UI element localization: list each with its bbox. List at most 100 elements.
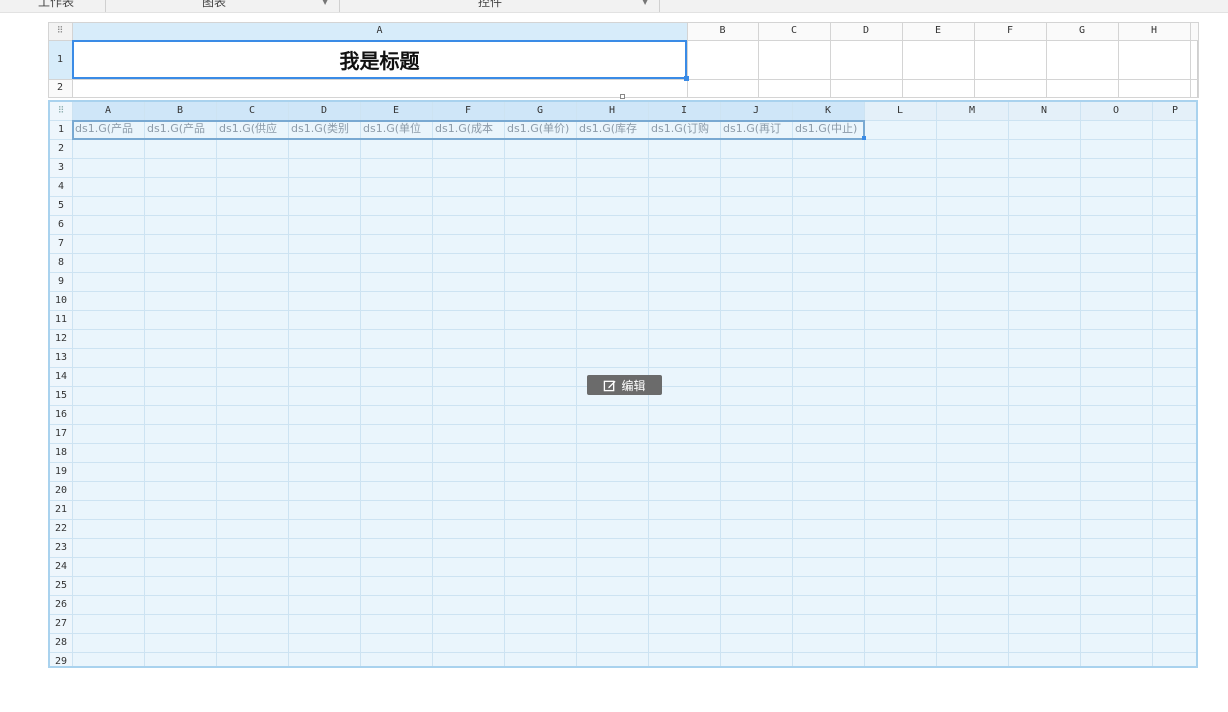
row-header-15[interactable]: 15 — [50, 386, 72, 405]
row-header-9[interactable]: 9 — [50, 272, 72, 291]
column-header-n[interactable]: N — [1008, 102, 1080, 120]
page-title[interactable]: 我是标题 — [72, 40, 687, 79]
tab-worksheet[interactable]: 工作表 — [38, 0, 74, 11]
column-header-c[interactable]: C — [216, 102, 288, 120]
row-header-12[interactable]: 12 — [50, 329, 72, 348]
row-header-6[interactable]: 6 — [50, 215, 72, 234]
grid-line — [50, 234, 1196, 235]
column-header-e[interactable]: E — [360, 102, 432, 120]
row-header-14[interactable]: 14 — [50, 367, 72, 386]
grid-line — [50, 348, 1196, 349]
column-header-f[interactable]: F — [432, 102, 504, 120]
row-header-20[interactable]: 20 — [50, 481, 72, 500]
column-header-a[interactable]: A — [72, 102, 144, 120]
column-header-b[interactable]: B — [687, 22, 758, 40]
column-header-d[interactable]: D — [830, 22, 902, 40]
toolbar-divider — [659, 0, 660, 12]
grid-line — [50, 614, 1196, 615]
row-header-27[interactable]: 27 — [50, 614, 72, 633]
grid-line — [50, 595, 1196, 596]
column-header-k[interactable]: K — [792, 102, 864, 120]
grid-line — [902, 22, 903, 98]
grid-line — [48, 79, 1198, 80]
row-header-2[interactable]: 2 — [48, 79, 72, 97]
grid-line — [216, 102, 217, 666]
grid-line — [936, 102, 937, 666]
row-header-1[interactable]: 1 — [50, 120, 72, 139]
row-header-3[interactable]: 3 — [50, 158, 72, 177]
row-header-26[interactable]: 26 — [50, 595, 72, 614]
row-header-18[interactable]: 18 — [50, 443, 72, 462]
row-header-24[interactable]: 24 — [50, 557, 72, 576]
grid-line — [50, 177, 1196, 178]
fill-handle[interactable] — [684, 76, 689, 81]
tab-widget[interactable]: 控件 — [478, 0, 502, 11]
grid-line — [50, 405, 1196, 406]
row-header-19[interactable]: 19 — [50, 462, 72, 481]
column-header-g[interactable]: G — [504, 102, 576, 120]
column-header-b[interactable]: B — [144, 102, 216, 120]
grid-line — [50, 310, 1196, 311]
column-header-h[interactable]: H — [576, 102, 648, 120]
grid-line — [50, 158, 1196, 159]
select-all-corner[interactable]: ⠿ — [50, 102, 72, 120]
column-header-p[interactable]: P — [1152, 102, 1196, 120]
column-header-m[interactable]: M — [936, 102, 1008, 120]
column-header-partial[interactable] — [1190, 22, 1198, 40]
grid-line — [48, 22, 49, 98]
row-header-1[interactable]: 1 — [48, 40, 72, 79]
toolbar-divider — [339, 0, 340, 12]
row-header-11[interactable]: 11 — [50, 310, 72, 329]
grid-line — [687, 22, 688, 98]
grid-line — [1080, 102, 1081, 666]
row-header-7[interactable]: 7 — [50, 234, 72, 253]
row-header-2[interactable]: 2 — [50, 139, 72, 158]
row-header-8[interactable]: 8 — [50, 253, 72, 272]
grid-line — [48, 22, 1198, 23]
grid-line — [1190, 22, 1191, 98]
chevron-down-icon[interactable]: ▼ — [642, 0, 648, 6]
grid-line — [50, 481, 1196, 482]
column-header-g[interactable]: G — [1046, 22, 1118, 40]
edit-button[interactable]: 编辑 — [587, 375, 662, 395]
row-header-29[interactable]: 29 — [50, 652, 72, 666]
row-header-22[interactable]: 22 — [50, 519, 72, 538]
tab-chart[interactable]: 图表 — [202, 0, 226, 11]
column-header-i[interactable]: I — [648, 102, 720, 120]
column-header-j[interactable]: J — [720, 102, 792, 120]
column-header-l[interactable]: L — [864, 102, 936, 120]
fill-handle[interactable] — [862, 136, 866, 140]
grid-line — [50, 633, 1196, 634]
chevron-down-icon[interactable]: ▼ — [322, 0, 328, 6]
toolbar-divider — [105, 0, 106, 12]
grid-line — [50, 215, 1196, 216]
grid-line — [432, 102, 433, 666]
column-header-a[interactable]: A — [72, 22, 687, 40]
column-header-e[interactable]: E — [902, 22, 974, 40]
row-header-21[interactable]: 21 — [50, 500, 72, 519]
column-header-f[interactable]: F — [974, 22, 1046, 40]
column-header-c[interactable]: C — [758, 22, 830, 40]
select-all-corner[interactable]: ⠿ — [48, 22, 72, 40]
row-header-5[interactable]: 5 — [50, 196, 72, 215]
grid-line — [50, 557, 1196, 558]
column-header-d[interactable]: D — [288, 102, 360, 120]
column-header-h[interactable]: H — [1118, 22, 1190, 40]
row-header-23[interactable]: 23 — [50, 538, 72, 557]
grid-line — [504, 102, 505, 666]
grid-line — [792, 102, 793, 666]
grid-line — [864, 102, 865, 666]
row-header-4[interactable]: 4 — [50, 177, 72, 196]
row-header-16[interactable]: 16 — [50, 405, 72, 424]
grid-line — [1198, 22, 1199, 98]
column-header-o[interactable]: O — [1080, 102, 1152, 120]
grid-line — [830, 22, 831, 98]
row-header-28[interactable]: 28 — [50, 633, 72, 652]
row-header-10[interactable]: 10 — [50, 291, 72, 310]
row-header-25[interactable]: 25 — [50, 576, 72, 595]
grid-line — [50, 424, 1196, 425]
grid-line — [758, 22, 759, 98]
resize-handle[interactable] — [620, 94, 625, 99]
row-header-13[interactable]: 13 — [50, 348, 72, 367]
row-header-17[interactable]: 17 — [50, 424, 72, 443]
